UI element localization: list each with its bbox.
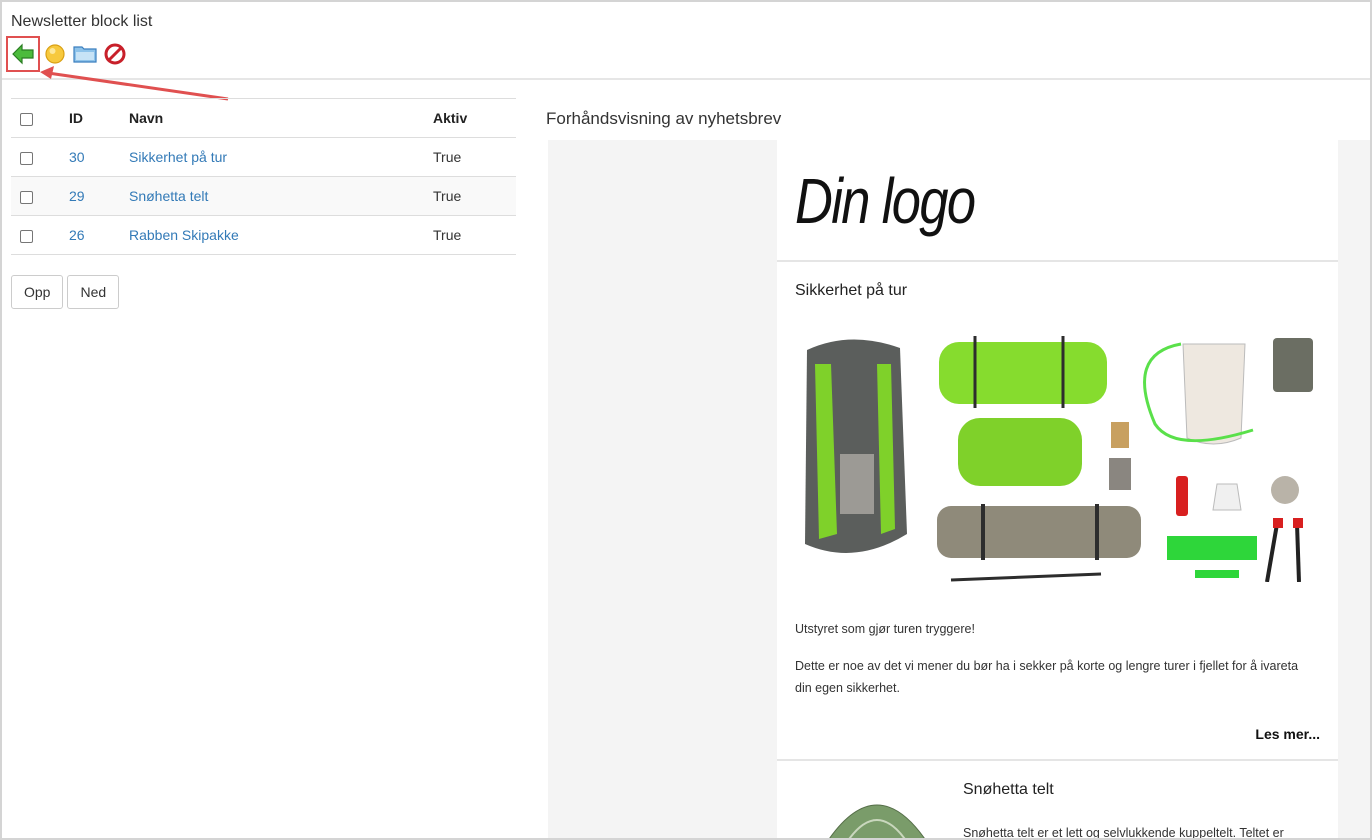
- block-list-panel: ID Navn Aktiv 30 Sikkerhet på tur True 2…: [11, 98, 516, 309]
- row-active: True: [433, 137, 516, 177]
- block-table: ID Navn Aktiv 30 Sikkerhet på tur True 2…: [11, 98, 516, 255]
- delete-button[interactable]: [102, 41, 128, 67]
- app-window: Newsletter block list ID Navn Aktiv 30 S…: [0, 0, 1372, 840]
- row-id-link[interactable]: 26: [69, 227, 85, 243]
- row-id-link[interactable]: 30: [69, 149, 85, 165]
- new-item-icon: [45, 44, 65, 64]
- folder-icon: [73, 46, 97, 63]
- table-row: 29 Snøhetta telt True: [11, 176, 516, 216]
- tent-image: [829, 804, 925, 838]
- table-row: 30 Sikkerhet på tur True: [11, 137, 516, 177]
- column-header-active[interactable]: Aktiv: [433, 98, 516, 138]
- row-active: True: [433, 176, 516, 216]
- open-folder-button[interactable]: [72, 41, 98, 67]
- new-button[interactable]: [42, 41, 68, 67]
- delete-icon: [104, 43, 126, 65]
- newsletter-preview[interactable]: Din logo Sikkerhet på tur Utstyret som g…: [548, 140, 1370, 840]
- column-header-id[interactable]: ID: [69, 98, 129, 138]
- page-header: Newsletter block list: [2, 2, 1370, 101]
- row-checkbox[interactable]: [20, 151, 33, 165]
- table-row: 26 Rabben Skipakke True: [11, 215, 516, 255]
- article-title: Sikkerhet på tur: [795, 282, 908, 299]
- logo-section: Din logo: [777, 140, 1338, 262]
- row-checkbox[interactable]: [20, 190, 33, 204]
- read-more-link[interactable]: Les mer...: [1255, 726, 1320, 742]
- column-header-name[interactable]: Navn: [129, 98, 433, 138]
- row-active: True: [433, 215, 516, 255]
- back-arrow-icon: [12, 43, 34, 65]
- page-title: Newsletter block list: [11, 13, 153, 30]
- row-id-link[interactable]: 29: [69, 188, 85, 204]
- row-name-link[interactable]: Sikkerhet på tur: [129, 149, 227, 165]
- row-checkbox[interactable]: [20, 229, 33, 243]
- article2-title: Snøhetta telt: [963, 781, 1054, 798]
- toolbar: [6, 36, 128, 72]
- article-lead: Utstyret som gjør turen tryggere!: [795, 622, 975, 636]
- back-button[interactable]: [6, 36, 40, 72]
- article-body: Dette er noe av det vi mener du bør ha i…: [795, 659, 1299, 695]
- article2-body: Snøhetta telt er et lett og selvlukkende…: [963, 826, 1284, 840]
- article-divider: [777, 759, 1338, 761]
- newsletter-content: Din logo Sikkerhet på tur Utstyret som g…: [777, 140, 1338, 840]
- row-name-link[interactable]: Rabben Skipakke: [129, 227, 239, 243]
- table-header-row: ID Navn Aktiv: [11, 98, 516, 138]
- select-all-checkbox[interactable]: [20, 112, 33, 126]
- move-down-button[interactable]: Ned: [67, 275, 120, 309]
- move-up-button[interactable]: Opp: [11, 275, 64, 309]
- sort-buttons: Opp Ned: [11, 275, 516, 309]
- logo-text: Din logo: [795, 165, 976, 237]
- row-name-link[interactable]: Snøhetta telt: [129, 188, 208, 204]
- preview-title: Forhåndsvisning av nyhetsbrev: [546, 109, 782, 128]
- hiking-gear-image: [795, 334, 1314, 582]
